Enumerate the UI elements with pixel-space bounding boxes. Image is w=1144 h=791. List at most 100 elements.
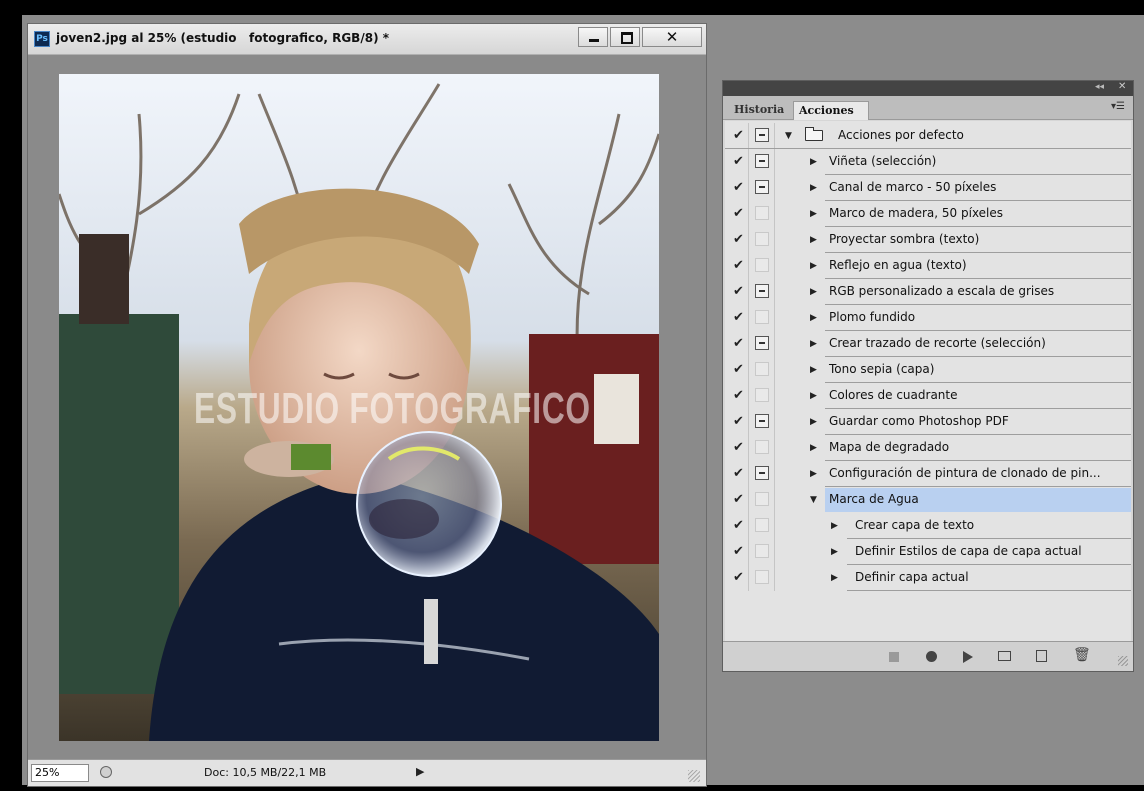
check-icon[interactable]: ✔: [733, 466, 744, 481]
check-icon[interactable]: ✔: [733, 310, 744, 325]
action-row[interactable]: ✔ ▶ Guardar como Photoshop PDF: [725, 409, 1131, 435]
expand-down-icon[interactable]: ▼: [785, 131, 792, 141]
check-icon[interactable]: ✔: [733, 206, 744, 221]
actions-list: ✔ ▼ Acciones por defecto ✔ ▶ Viñeta (sel…: [725, 121, 1131, 641]
new-set-icon[interactable]: [998, 651, 1011, 661]
dialog-toggle-icon[interactable]: [755, 336, 769, 350]
action-row[interactable]: ✔ ▶ Mapa de degradado: [725, 435, 1131, 461]
dialog-toggle-icon[interactable]: [755, 154, 769, 168]
dialog-toggle-icon[interactable]: [755, 414, 769, 428]
action-step-row[interactable]: ✔ ▶ Crear capa de texto: [725, 513, 1131, 539]
zoom-field[interactable]: 25%: [31, 764, 89, 782]
check-icon[interactable]: ✔: [733, 258, 744, 273]
resize-grip-icon[interactable]: [688, 770, 700, 782]
action-row[interactable]: ✔ ▶ Colores de cuadrante: [725, 383, 1131, 409]
canvas-area[interactable]: ESTUDIO FOTOGRAFICO: [28, 55, 706, 759]
dialog-toggle-icon[interactable]: [755, 232, 769, 246]
action-row[interactable]: ✔ ▶ Canal de marco - 50 píxeles: [725, 175, 1131, 201]
action-row[interactable]: ✔ ▶ Tono sepia (capa): [725, 357, 1131, 383]
expand-right-icon[interactable]: ▶: [810, 157, 817, 167]
check-icon[interactable]: ✔: [733, 284, 744, 299]
check-icon[interactable]: ✔: [733, 440, 744, 455]
check-icon[interactable]: ✔: [733, 154, 744, 169]
check-icon[interactable]: ✔: [733, 544, 744, 559]
divider: [748, 227, 749, 253]
action-set-row[interactable]: ✔ ▼ Acciones por defecto: [725, 123, 1131, 149]
new-action-icon[interactable]: [1036, 650, 1047, 662]
divider: [774, 565, 775, 591]
stop-icon[interactable]: [889, 652, 899, 662]
check-icon[interactable]: ✔: [733, 232, 744, 247]
divider: [774, 279, 775, 305]
panel-resize-grip-icon[interactable]: [1118, 656, 1128, 666]
step-label: Crear capa de texto: [855, 518, 975, 532]
panel-close-icon[interactable]: ✕: [1118, 81, 1126, 92]
expand-right-icon[interactable]: ▶: [810, 261, 817, 271]
record-icon[interactable]: [926, 651, 937, 662]
play-icon[interactable]: [963, 651, 973, 663]
close-button[interactable]: ✕: [642, 27, 702, 47]
step-label: Definir Estilos de capa de capa actual: [855, 544, 1082, 558]
expand-right-icon[interactable]: ▶: [810, 339, 817, 349]
expand-right-icon[interactable]: ▶: [810, 209, 817, 219]
expand-right-icon[interactable]: ▶: [810, 287, 817, 297]
check-icon[interactable]: ✔: [733, 570, 744, 585]
check-icon[interactable]: ✔: [733, 128, 744, 143]
tab-historia[interactable]: Historia: [729, 101, 789, 120]
action-row[interactable]: ✔ ▶ Crear trazado de recorte (selección): [725, 331, 1131, 357]
dialog-toggle-icon[interactable]: [755, 544, 769, 558]
dialog-toggle-icon[interactable]: [755, 206, 769, 220]
dialog-toggle-icon[interactable]: [755, 492, 769, 506]
dialog-toggle-icon[interactable]: [755, 310, 769, 324]
tab-acciones[interactable]: Acciones: [793, 101, 869, 120]
action-row[interactable]: ✔ ▶ Configuración de pintura de clonado …: [725, 461, 1131, 487]
photo-canvas[interactable]: ESTUDIO FOTOGRAFICO: [59, 74, 659, 741]
dialog-toggle-icon[interactable]: [755, 518, 769, 532]
check-icon[interactable]: ✔: [733, 336, 744, 351]
check-icon[interactable]: ✔: [733, 414, 744, 429]
dialog-toggle-icon[interactable]: [755, 388, 769, 402]
minimize-button[interactable]: [578, 27, 608, 47]
action-row[interactable]: ✔ ▶ Marco de madera, 50 píxeles: [725, 201, 1131, 227]
dialog-toggle-icon[interactable]: [755, 284, 769, 298]
check-icon[interactable]: ✔: [733, 362, 744, 377]
dialog-toggle-icon[interactable]: [755, 362, 769, 376]
status-menu-arrow-icon[interactable]: ▶: [416, 765, 424, 778]
expand-right-icon[interactable]: ▶: [810, 183, 817, 193]
dialog-toggle-icon[interactable]: [755, 570, 769, 584]
action-row[interactable]: ✔ ▶ Plomo fundido: [725, 305, 1131, 331]
document-title-bar[interactable]: Ps joven2.jpg al 25% (estudio fotografic…: [28, 24, 706, 55]
expand-right-icon[interactable]: ▶: [810, 443, 817, 453]
check-icon[interactable]: ✔: [733, 492, 744, 507]
maximize-button[interactable]: [610, 27, 640, 47]
dialog-toggle-icon[interactable]: [755, 180, 769, 194]
expand-down-icon[interactable]: ▼: [810, 495, 817, 505]
action-row[interactable]: ✔ ▶ Viñeta (selección): [725, 149, 1131, 175]
expand-right-icon[interactable]: ▶: [810, 417, 817, 427]
expand-right-icon[interactable]: ▶: [810, 469, 817, 479]
panel-menu-icon[interactable]: ▾☰: [1111, 101, 1125, 112]
dialog-toggle-icon[interactable]: [755, 440, 769, 454]
action-row[interactable]: ✔ ▶ Reflejo en agua (texto): [725, 253, 1131, 279]
action-row[interactable]: ✔ ▶ Proyectar sombra (texto): [725, 227, 1131, 253]
expand-right-icon[interactable]: ▶: [810, 391, 817, 401]
expand-right-icon[interactable]: ▶: [831, 573, 838, 583]
expand-right-icon[interactable]: ▶: [810, 313, 817, 323]
dialog-toggle-icon[interactable]: [755, 258, 769, 272]
action-step-row[interactable]: ✔ ▶ Definir capa actual: [725, 565, 1131, 591]
check-icon[interactable]: ✔: [733, 388, 744, 403]
dialog-toggle-icon[interactable]: [755, 128, 769, 142]
check-icon[interactable]: ✔: [733, 518, 744, 533]
action-step-row[interactable]: ✔ ▶ Definir Estilos de capa de capa actu…: [725, 539, 1131, 565]
expand-right-icon[interactable]: ▶: [831, 547, 838, 557]
expand-right-icon[interactable]: ▶: [810, 235, 817, 245]
collapse-icon[interactable]: ◂◂: [1095, 82, 1104, 92]
expand-right-icon[interactable]: ▶: [831, 521, 838, 531]
action-row[interactable]: ✔ ▶ RGB personalizado a escala de grises: [725, 279, 1131, 305]
dialog-toggle-icon[interactable]: [755, 466, 769, 480]
trash-icon[interactable]: 🗑: [1073, 648, 1091, 662]
expand-right-icon[interactable]: ▶: [810, 365, 817, 375]
status-info-icon[interactable]: [100, 766, 112, 778]
action-row-selected[interactable]: ✔ ▼ Marca de Agua: [725, 487, 1131, 513]
check-icon[interactable]: ✔: [733, 180, 744, 195]
